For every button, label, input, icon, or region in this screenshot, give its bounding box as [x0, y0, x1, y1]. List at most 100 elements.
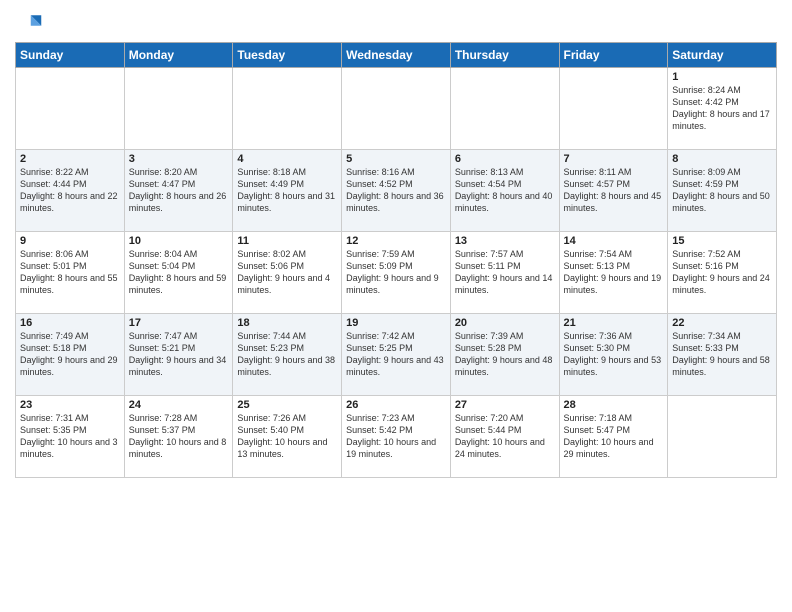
calendar-cell: 15Sunrise: 7:52 AM Sunset: 5:16 PM Dayli… — [668, 232, 777, 314]
calendar-cell — [559, 68, 668, 150]
day-number: 25 — [237, 399, 337, 411]
day-number: 20 — [455, 317, 555, 329]
calendar-cell — [450, 68, 559, 150]
calendar-cell: 3Sunrise: 8:20 AM Sunset: 4:47 PM Daylig… — [124, 150, 233, 232]
day-info: Sunrise: 8:20 AM Sunset: 4:47 PM Dayligh… — [129, 166, 229, 215]
day-number: 16 — [20, 317, 120, 329]
day-info: Sunrise: 7:34 AM Sunset: 5:33 PM Dayligh… — [672, 330, 772, 379]
calendar-table: SundayMondayTuesdayWednesdayThursdayFrid… — [15, 42, 777, 478]
calendar-cell: 16Sunrise: 7:49 AM Sunset: 5:18 PM Dayli… — [16, 314, 125, 396]
week-row-0: 1Sunrise: 8:24 AM Sunset: 4:42 PM Daylig… — [16, 68, 777, 150]
day-info: Sunrise: 7:31 AM Sunset: 5:35 PM Dayligh… — [20, 412, 120, 461]
calendar-cell: 6Sunrise: 8:13 AM Sunset: 4:54 PM Daylig… — [450, 150, 559, 232]
calendar-cell: 9Sunrise: 8:06 AM Sunset: 5:01 PM Daylig… — [16, 232, 125, 314]
weekday-header-row: SundayMondayTuesdayWednesdayThursdayFrid… — [16, 43, 777, 68]
calendar-cell: 10Sunrise: 8:04 AM Sunset: 5:04 PM Dayli… — [124, 232, 233, 314]
calendar-cell: 19Sunrise: 7:42 AM Sunset: 5:25 PM Dayli… — [342, 314, 451, 396]
day-info: Sunrise: 7:20 AM Sunset: 5:44 PM Dayligh… — [455, 412, 555, 461]
day-info: Sunrise: 8:24 AM Sunset: 4:42 PM Dayligh… — [672, 84, 772, 133]
calendar-cell — [668, 396, 777, 478]
calendar-cell: 18Sunrise: 7:44 AM Sunset: 5:23 PM Dayli… — [233, 314, 342, 396]
day-info: Sunrise: 7:42 AM Sunset: 5:25 PM Dayligh… — [346, 330, 446, 379]
day-info: Sunrise: 7:18 AM Sunset: 5:47 PM Dayligh… — [564, 412, 664, 461]
calendar-cell: 25Sunrise: 7:26 AM Sunset: 5:40 PM Dayli… — [233, 396, 342, 478]
day-info: Sunrise: 8:18 AM Sunset: 4:49 PM Dayligh… — [237, 166, 337, 215]
day-number: 5 — [346, 153, 446, 165]
day-number: 13 — [455, 235, 555, 247]
day-info: Sunrise: 7:47 AM Sunset: 5:21 PM Dayligh… — [129, 330, 229, 379]
calendar-cell — [342, 68, 451, 150]
weekday-thursday: Thursday — [450, 43, 559, 68]
day-number: 22 — [672, 317, 772, 329]
day-info: Sunrise: 8:04 AM Sunset: 5:04 PM Dayligh… — [129, 248, 229, 297]
calendar-cell: 24Sunrise: 7:28 AM Sunset: 5:37 PM Dayli… — [124, 396, 233, 478]
calendar-cell — [124, 68, 233, 150]
day-number: 2 — [20, 153, 120, 165]
calendar-cell: 22Sunrise: 7:34 AM Sunset: 5:33 PM Dayli… — [668, 314, 777, 396]
day-number: 7 — [564, 153, 664, 165]
calendar-cell: 28Sunrise: 7:18 AM Sunset: 5:47 PM Dayli… — [559, 396, 668, 478]
day-info: Sunrise: 7:54 AM Sunset: 5:13 PM Dayligh… — [564, 248, 664, 297]
day-info: Sunrise: 8:22 AM Sunset: 4:44 PM Dayligh… — [20, 166, 120, 215]
day-info: Sunrise: 7:36 AM Sunset: 5:30 PM Dayligh… — [564, 330, 664, 379]
day-info: Sunrise: 7:39 AM Sunset: 5:28 PM Dayligh… — [455, 330, 555, 379]
header — [15, 10, 777, 38]
day-info: Sunrise: 7:57 AM Sunset: 5:11 PM Dayligh… — [455, 248, 555, 297]
day-number: 28 — [564, 399, 664, 411]
day-number: 18 — [237, 317, 337, 329]
calendar-cell: 4Sunrise: 8:18 AM Sunset: 4:49 PM Daylig… — [233, 150, 342, 232]
day-info: Sunrise: 8:06 AM Sunset: 5:01 PM Dayligh… — [20, 248, 120, 297]
day-info: Sunrise: 8:13 AM Sunset: 4:54 PM Dayligh… — [455, 166, 555, 215]
day-info: Sunrise: 8:09 AM Sunset: 4:59 PM Dayligh… — [672, 166, 772, 215]
day-info: Sunrise: 8:02 AM Sunset: 5:06 PM Dayligh… — [237, 248, 337, 297]
day-number: 4 — [237, 153, 337, 165]
weekday-sunday: Sunday — [16, 43, 125, 68]
day-number: 24 — [129, 399, 229, 411]
day-info: Sunrise: 7:28 AM Sunset: 5:37 PM Dayligh… — [129, 412, 229, 461]
day-info: Sunrise: 7:23 AM Sunset: 5:42 PM Dayligh… — [346, 412, 446, 461]
calendar-cell: 26Sunrise: 7:23 AM Sunset: 5:42 PM Dayli… — [342, 396, 451, 478]
calendar-cell: 21Sunrise: 7:36 AM Sunset: 5:30 PM Dayli… — [559, 314, 668, 396]
calendar-cell: 7Sunrise: 8:11 AM Sunset: 4:57 PM Daylig… — [559, 150, 668, 232]
day-number: 9 — [20, 235, 120, 247]
day-number: 17 — [129, 317, 229, 329]
day-number: 14 — [564, 235, 664, 247]
calendar-cell: 1Sunrise: 8:24 AM Sunset: 4:42 PM Daylig… — [668, 68, 777, 150]
weekday-saturday: Saturday — [668, 43, 777, 68]
calendar-cell: 8Sunrise: 8:09 AM Sunset: 4:59 PM Daylig… — [668, 150, 777, 232]
day-info: Sunrise: 8:16 AM Sunset: 4:52 PM Dayligh… — [346, 166, 446, 215]
weekday-wednesday: Wednesday — [342, 43, 451, 68]
day-info: Sunrise: 7:52 AM Sunset: 5:16 PM Dayligh… — [672, 248, 772, 297]
day-info: Sunrise: 8:11 AM Sunset: 4:57 PM Dayligh… — [564, 166, 664, 215]
day-number: 19 — [346, 317, 446, 329]
day-number: 3 — [129, 153, 229, 165]
calendar-cell: 20Sunrise: 7:39 AM Sunset: 5:28 PM Dayli… — [450, 314, 559, 396]
day-number: 1 — [672, 71, 772, 83]
day-number: 8 — [672, 153, 772, 165]
day-number: 21 — [564, 317, 664, 329]
calendar-cell: 13Sunrise: 7:57 AM Sunset: 5:11 PM Dayli… — [450, 232, 559, 314]
page: SundayMondayTuesdayWednesdayThursdayFrid… — [0, 0, 792, 612]
calendar-cell: 27Sunrise: 7:20 AM Sunset: 5:44 PM Dayli… — [450, 396, 559, 478]
logo-icon — [15, 10, 43, 38]
day-info: Sunrise: 7:49 AM Sunset: 5:18 PM Dayligh… — [20, 330, 120, 379]
weekday-tuesday: Tuesday — [233, 43, 342, 68]
calendar-cell: 2Sunrise: 8:22 AM Sunset: 4:44 PM Daylig… — [16, 150, 125, 232]
calendar-cell: 23Sunrise: 7:31 AM Sunset: 5:35 PM Dayli… — [16, 396, 125, 478]
day-number: 12 — [346, 235, 446, 247]
day-number: 10 — [129, 235, 229, 247]
day-info: Sunrise: 7:26 AM Sunset: 5:40 PM Dayligh… — [237, 412, 337, 461]
calendar-cell: 11Sunrise: 8:02 AM Sunset: 5:06 PM Dayli… — [233, 232, 342, 314]
week-row-4: 23Sunrise: 7:31 AM Sunset: 5:35 PM Dayli… — [16, 396, 777, 478]
calendar-cell: 14Sunrise: 7:54 AM Sunset: 5:13 PM Dayli… — [559, 232, 668, 314]
week-row-2: 9Sunrise: 8:06 AM Sunset: 5:01 PM Daylig… — [16, 232, 777, 314]
day-number: 15 — [672, 235, 772, 247]
day-number: 26 — [346, 399, 446, 411]
week-row-1: 2Sunrise: 8:22 AM Sunset: 4:44 PM Daylig… — [16, 150, 777, 232]
day-number: 23 — [20, 399, 120, 411]
day-number: 6 — [455, 153, 555, 165]
calendar-cell: 5Sunrise: 8:16 AM Sunset: 4:52 PM Daylig… — [342, 150, 451, 232]
weekday-friday: Friday — [559, 43, 668, 68]
day-info: Sunrise: 7:44 AM Sunset: 5:23 PM Dayligh… — [237, 330, 337, 379]
calendar-cell — [233, 68, 342, 150]
